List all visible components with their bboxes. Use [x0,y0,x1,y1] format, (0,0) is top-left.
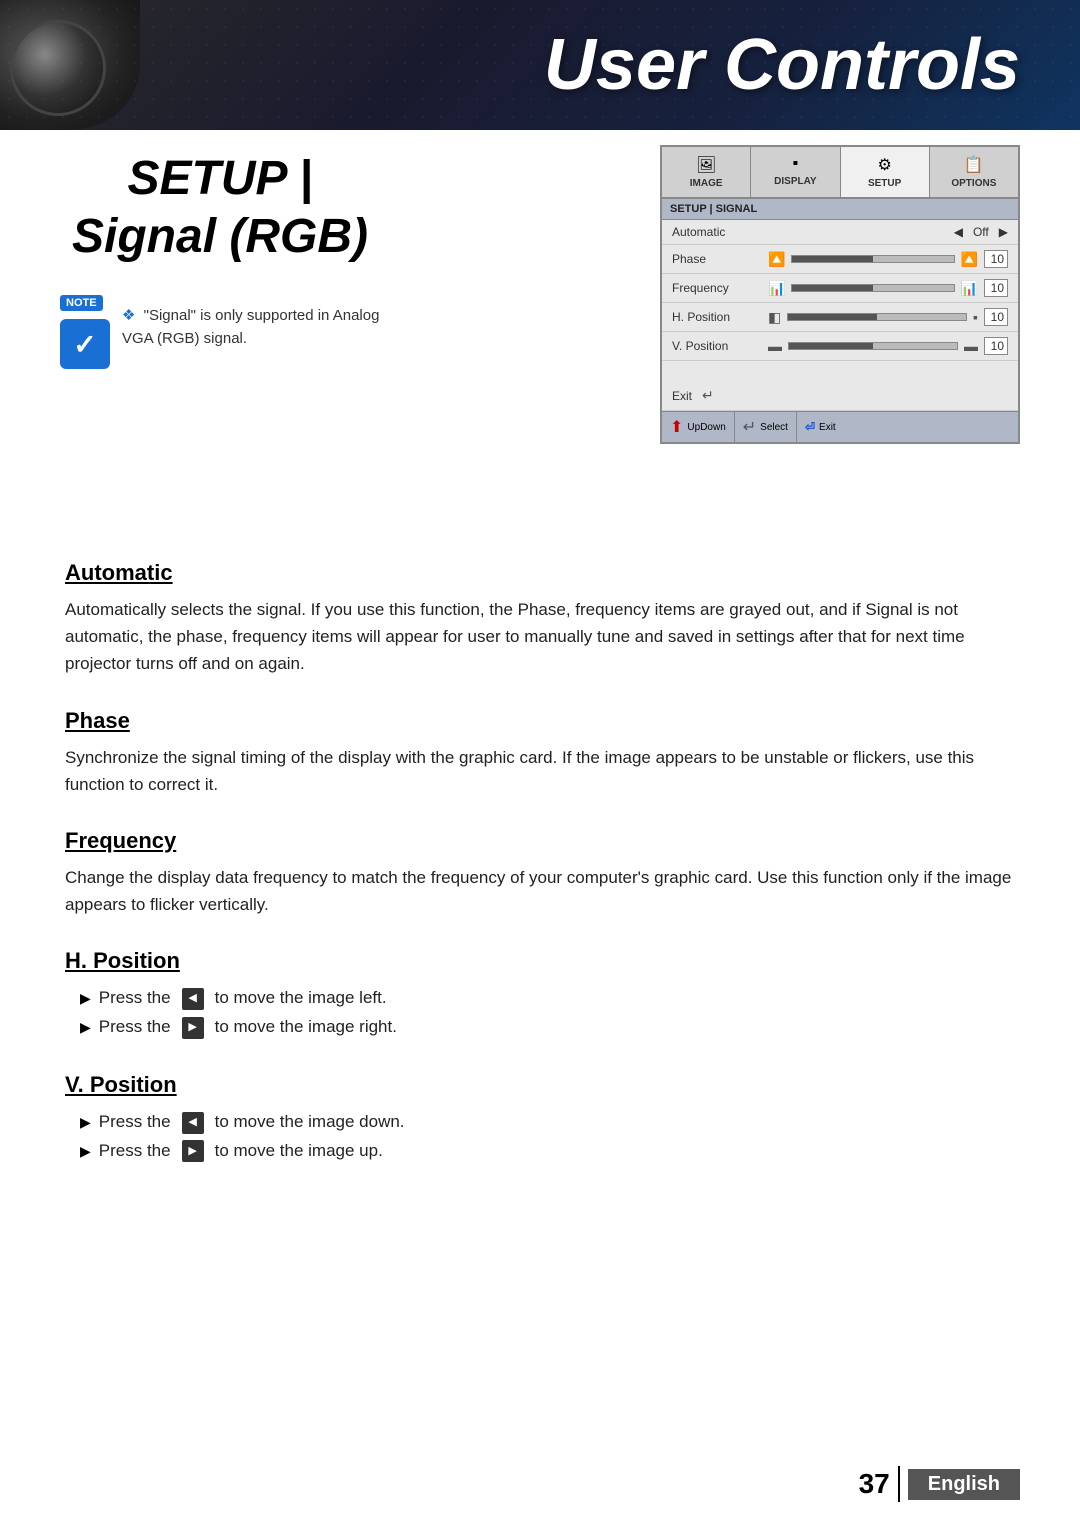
text-frequency: Change the display data frequency to mat… [65,864,1020,918]
osd-freq-bar [791,284,954,292]
osd-vpos-icon2: ▬ [964,338,978,354]
page-header: User Controls [0,0,1080,130]
image-tab-icon: 🖼 [696,155,716,175]
osd-menu-screenshot: 🖼 IMAGE ▪ DISPLAY ⚙ SETUP 📋 OPTIONS SETU… [660,145,1020,444]
list-item: ▶ Press the ▶ to move the image up. [80,1137,1020,1166]
bullet-arrow-icon: ▶ [80,1140,91,1164]
action-label: to move the image left. [215,984,387,1013]
list-item: ▶ Press the ◀ to move the image down. [80,1108,1020,1137]
osd-footer-updown: ⬆ UpDown [662,412,735,442]
osd-phase-icon2: 🔼 [961,251,978,268]
heading-h-position: H. Position [60,948,1020,974]
h-position-bullets: ▶ Press the ◀ to move the image left. ▶ … [80,984,1020,1042]
osd-breadcrumb: SETUP | SIGNAL [662,199,1018,220]
section-phase: Phase Synchronize the signal timing of t… [60,708,1020,798]
note-diamond-icon: ❖ [122,307,135,324]
section-automatic: Automatic Automatically selects the sign… [60,560,1020,678]
osd-phase-bar-fill [792,256,873,262]
note-text: ❖ "Signal" is only supported in Analog V… [122,305,380,350]
osd-tab-setup-label: SETUP [868,178,901,189]
press-the-label: Press the [99,1137,171,1166]
osd-left-arrow-icon: ◀ [954,225,963,239]
page-number: 37 [859,1468,890,1500]
osd-footer: ⬆ UpDown ↵ Select ⏎ Exit [662,411,1018,442]
section-v-position: V. Position ▶ Press the ◀ to move the im… [60,1072,1020,1166]
osd-tab-display-label: DISPLAY [774,176,816,187]
osd-exit-row: Exit ↵ [662,381,1018,411]
press-the-label: Press the [99,1108,171,1137]
osd-vpos-bar-fill [789,343,873,349]
bullet-arrow-icon: ▶ [80,1016,91,1040]
osd-phase-bar [791,255,954,263]
action-label: to move the image up. [215,1137,383,1166]
osd-select-icon: ↵ [743,417,756,437]
footer-divider [898,1466,900,1502]
action-label: to move the image down. [215,1108,405,1137]
osd-updown-icon: ⬆ [670,417,683,437]
osd-exit-icon: ↵ [702,387,714,404]
osd-freq-bar-fill [792,285,873,291]
osd-footer-select: ↵ Select [735,412,797,442]
action-label: to move the image right. [215,1013,397,1042]
note-box: NOTE ❖ "Signal" is only supported in Ana… [60,295,380,369]
osd-tab-options-label: OPTIONS [951,178,996,189]
note-badge: NOTE [60,295,103,311]
page-title: User Controls [544,24,1020,106]
osd-hpos-icon: ◧ [768,309,781,326]
osd-hpos-bar [787,313,967,321]
osd-row-automatic: Automatic ◀ Off ▶ [662,220,1018,245]
list-item: ▶ Press the ▶ to move the image right. [80,1013,1020,1042]
osd-tab-image: 🖼 IMAGE [662,147,751,197]
text-phase: Synchronize the signal timing of the dis… [65,744,1020,798]
note-checkmark-icon [60,319,110,369]
list-item: ▶ Press the ◀ to move the image left. [80,984,1020,1013]
bullet-arrow-icon: ▶ [80,1111,91,1135]
osd-vpos-icon: ▬ [768,338,782,354]
footer-language: English [908,1469,1020,1500]
right-arrow-button: ▶ [182,1140,204,1162]
osd-exit-footer-icon: ⏎ [805,420,815,434]
left-arrow-button: ◀ [182,1112,204,1134]
content-area: Automatic Automatically selects the sign… [0,560,1080,1166]
osd-vpos-bar [788,342,958,350]
osd-spacer [662,361,1018,381]
osd-tab-display: ▪ DISPLAY [751,147,840,197]
options-tab-icon: 📋 [964,155,984,175]
heading-phase: Phase [60,708,1020,734]
setup-tab-icon: ⚙ [877,155,891,175]
osd-hpos-icon2: ▪ [973,309,978,325]
left-section: SETUP | Signal (RGB) NOTE ❖ "Signal" is … [60,150,380,369]
osd-freq-icon2: 📊 [961,280,978,297]
osd-row-hposition: H. Position ◧ ▪ 10 [662,303,1018,332]
osd-hpos-bar-fill [788,314,877,320]
page-subtitle: SETUP | Signal (RGB) [60,150,380,265]
osd-row-phase: Phase 🔼 🔼 10 [662,245,1018,274]
right-arrow-button: ▶ [182,1017,204,1039]
osd-freq-icon: 📊 [768,280,785,297]
press-the-label: Press the [99,1013,171,1042]
osd-footer-exit: ⏎ Exit [797,412,844,442]
press-the-label: Press the [99,984,171,1013]
osd-tabs: 🖼 IMAGE ▪ DISPLAY ⚙ SETUP 📋 OPTIONS [662,147,1018,199]
osd-tab-options: 📋 OPTIONS [930,147,1018,197]
left-arrow-button: ◀ [182,988,204,1010]
bullet-arrow-icon: ▶ [80,987,91,1011]
section-h-position: H. Position ▶ Press the ◀ to move the im… [60,948,1020,1042]
osd-tab-setup: ⚙ SETUP [841,147,930,197]
osd-right-arrow-icon: ▶ [999,225,1008,239]
osd-row-frequency: Frequency 📊 📊 10 [662,274,1018,303]
heading-frequency: Frequency [60,828,1020,854]
text-automatic: Automatically selects the signal. If you… [65,596,1020,678]
heading-automatic: Automatic [60,560,1020,586]
v-position-bullets: ▶ Press the ◀ to move the image down. ▶ … [80,1108,1020,1166]
osd-phase-icon: 🔼 [768,251,785,268]
section-frequency: Frequency Change the display data freque… [60,828,1020,918]
heading-v-position: V. Position [60,1072,1020,1098]
display-tab-icon: ▪ [793,155,799,173]
osd-row-vposition: V. Position ▬ ▬ 10 [662,332,1018,361]
page-footer: 37 English [859,1466,1020,1502]
osd-tab-image-label: IMAGE [690,178,723,189]
